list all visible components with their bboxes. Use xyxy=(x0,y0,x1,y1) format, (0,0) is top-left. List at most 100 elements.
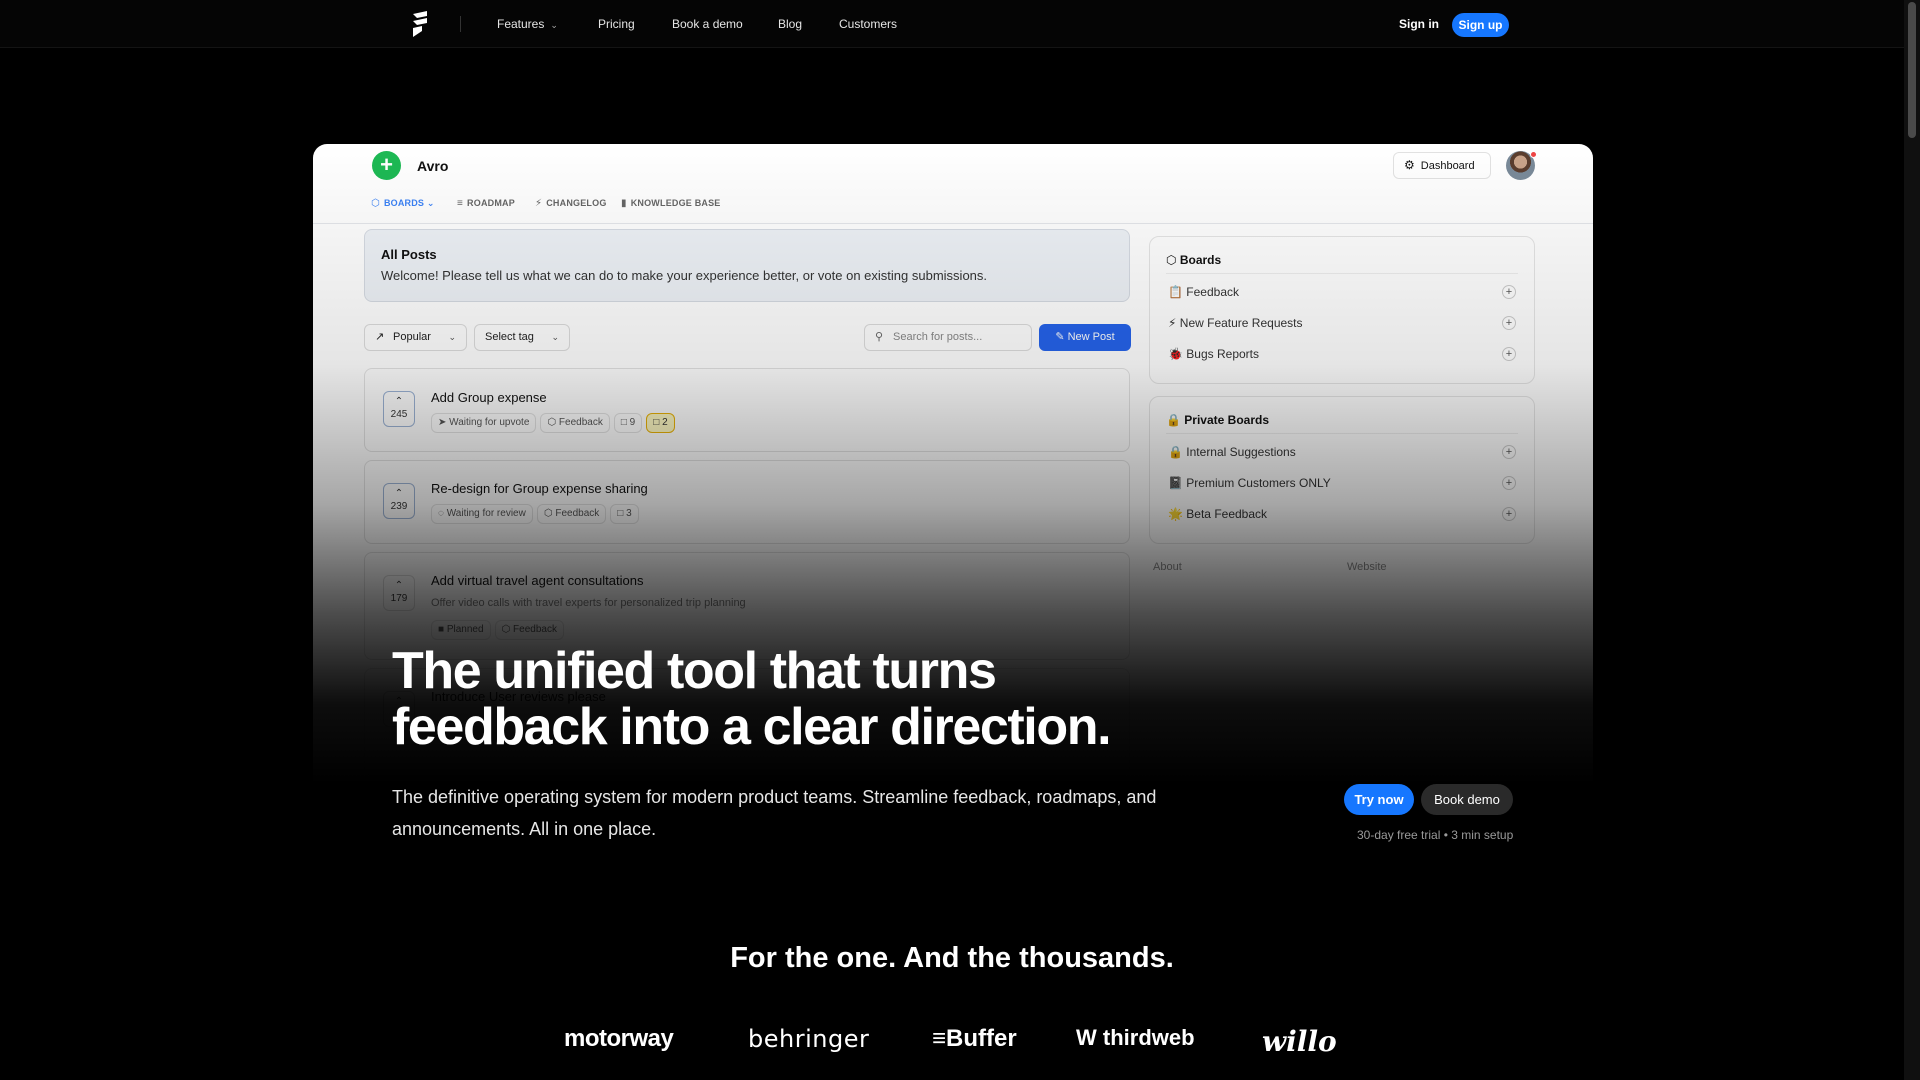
dashboard-label: Dashboard xyxy=(1420,160,1475,172)
add-icon[interactable]: + xyxy=(1502,507,1516,521)
board-badge: ⬡ Feedback xyxy=(540,413,610,433)
board-label: Feedback xyxy=(555,508,600,519)
comment-count: □ 9 xyxy=(613,413,643,433)
post-card[interactable]: ⌃ 239 Re-design for Group expense sharing… xyxy=(364,460,1130,544)
board-item-bugs[interactable]: 🐞 Bugs Reports + xyxy=(1168,347,1516,367)
status-badge: ➤ Waiting for upvote xyxy=(431,413,537,433)
brand-logo-willo: willo xyxy=(1262,1025,1337,1058)
new-post-label: New Post xyxy=(1067,331,1115,343)
upvote-button[interactable]: ⌃ 179 xyxy=(383,575,415,611)
private-board-internal[interactable]: 🔒 Internal Suggestions + xyxy=(1168,445,1516,465)
brand-name: thirdweb xyxy=(1102,1025,1195,1050)
nav-blog[interactable]: Blog xyxy=(778,17,802,31)
bolt-icon: ⚡ xyxy=(535,198,543,209)
brand-logo-icon[interactable] xyxy=(408,10,432,38)
post-tags: ➤ Waiting for upvote ⬡ Feedback □ 9 □ 2 xyxy=(431,412,679,433)
tab-boards[interactable]: ⬡ BOARDS ⌄ xyxy=(371,198,435,209)
nav-features-label: Features xyxy=(497,17,545,31)
nav-book-demo[interactable]: Book a demo xyxy=(672,17,743,31)
cube-icon: ⬡ xyxy=(1166,253,1177,267)
try-now-button[interactable]: Try now xyxy=(1344,784,1414,815)
tab-roadmap[interactable]: ≡ ROADMAP xyxy=(457,198,515,209)
upvote-button[interactable]: ⌃ 245 xyxy=(383,391,415,427)
private-board-premium[interactable]: 📓 Premium Customers ONLY + xyxy=(1168,476,1516,496)
chevron-up-icon: ⌃ xyxy=(394,396,404,407)
status-label: Waiting for upvote xyxy=(449,417,530,428)
scrollbar[interactable] xyxy=(1904,0,1920,1080)
reply-count: □ 2 xyxy=(646,413,675,433)
board-icon: ⬡ xyxy=(543,508,553,519)
board-item-label: Bugs Reports xyxy=(1186,347,1259,361)
add-icon[interactable]: + xyxy=(1502,476,1516,490)
scrollbar-thumb[interactable] xyxy=(1908,2,1916,138)
status-label: Planned xyxy=(446,624,484,635)
add-icon[interactable]: + xyxy=(1502,445,1516,459)
lock-emoji-icon: 🔒 xyxy=(1168,445,1183,459)
board-item-feedback[interactable]: 📋 Feedback + xyxy=(1168,285,1516,305)
tab-knowledge-base-label: KNOWLEDGE BASE xyxy=(630,198,721,208)
customers-title: For the one. And the thousands. xyxy=(730,942,1174,974)
reply-count-value: 2 xyxy=(662,417,668,428)
thirdweb-mark-icon: W xyxy=(1076,1025,1097,1050)
tab-changelog[interactable]: ⚡ CHANGELOG xyxy=(535,198,607,209)
chevron-down-icon: ⌄ xyxy=(448,332,456,342)
divider xyxy=(1166,433,1518,434)
bug-emoji-icon: 🐞 xyxy=(1168,347,1183,361)
board-item-label: Premium Customers ONLY xyxy=(1186,476,1331,490)
boards-title: Boards xyxy=(1179,253,1222,267)
book-demo-button[interactable]: Book demo xyxy=(1421,784,1513,815)
private-board-beta[interactable]: 🌟 Beta Feedback + xyxy=(1168,507,1516,527)
sign-in-link[interactable]: Sign in xyxy=(1399,17,1439,31)
board-badge: ⬡ Feedback xyxy=(536,504,607,524)
edit-icon: ✎ xyxy=(1055,331,1065,343)
book-icon: ▮ xyxy=(621,198,627,209)
upvote-button[interactable]: ⌃ 239 xyxy=(383,483,415,519)
post-card[interactable]: ⌃ 245 Add Group expense ➤ Waiting for upv… xyxy=(364,368,1130,452)
new-post-button[interactable]: ✎ New Post xyxy=(1039,324,1131,351)
nav-pricing[interactable]: Pricing xyxy=(598,17,635,31)
tab-changelog-label: CHANGELOG xyxy=(546,198,607,208)
boards-card: ⬡ Boards 📋 Feedback + ⚡ New Feature Reque… xyxy=(1149,236,1535,384)
comment-count-value: 3 xyxy=(626,508,632,519)
gear-icon: ⚙ xyxy=(1404,158,1415,172)
nav-features[interactable]: Features ⌄ xyxy=(497,17,558,31)
board-label: Feedback xyxy=(558,417,603,428)
hero-title: The unified tool that turns feedback int… xyxy=(392,643,1192,755)
app-logo-icon: + xyxy=(372,151,401,180)
search-icon: ⚲ xyxy=(875,331,884,343)
nav-customers[interactable]: Customers xyxy=(839,17,897,31)
add-icon[interactable]: + xyxy=(1502,285,1516,299)
board-label: Feedback xyxy=(513,624,557,635)
dashboard-button[interactable]: ⚙ Dashboard xyxy=(1393,152,1491,179)
tab-knowledge-base[interactable]: ▮ KNOWLEDGE BASE xyxy=(621,198,721,209)
sign-up-button[interactable]: Sign up xyxy=(1452,13,1509,37)
brand-logo-motorway: motorway xyxy=(564,1025,674,1052)
comment-count-value: 9 xyxy=(629,417,636,428)
all-posts-banner: All Posts Welcome! Please tell us what w… xyxy=(364,229,1130,302)
board-item-label: Feedback xyxy=(1186,285,1239,299)
feedback-emoji-icon: 📋 xyxy=(1168,285,1183,299)
tab-roadmap-label: ROADMAP xyxy=(467,198,515,208)
brand-logo-behringer: behringer xyxy=(748,1025,870,1053)
private-boards-heading: 🔒 Private Boards xyxy=(1166,413,1269,427)
status-label: Waiting for review xyxy=(446,508,526,519)
search-input[interactable]: ⚲ Search for posts... xyxy=(864,324,1032,351)
comment-icon: □ xyxy=(617,508,624,519)
sort-dropdown[interactable]: ↗ Popular ⌄ xyxy=(364,324,467,351)
top-nav: Features ⌄ Pricing Book a demo Blog Custo… xyxy=(0,0,1904,48)
trial-note: 30-day free trial • 3 min setup xyxy=(1357,828,1514,842)
tag-select-label: Select tag xyxy=(485,331,534,343)
board-item-feature-requests[interactable]: ⚡ New Feature Requests + xyxy=(1168,316,1516,336)
add-icon[interactable]: + xyxy=(1502,347,1516,361)
board-item-label: Internal Suggestions xyxy=(1186,445,1296,459)
all-posts-title: All Posts xyxy=(381,247,437,262)
tag-select[interactable]: Select tag ⌄ xyxy=(474,324,570,351)
lock-icon: 🔒 xyxy=(1166,413,1181,427)
board-icon: ⬡ xyxy=(547,417,557,428)
roadmap-icon: ≡ xyxy=(457,198,464,209)
chevron-up-icon: ⌃ xyxy=(394,488,404,499)
private-boards-card: 🔒 Private Boards 🔒 Internal Suggestions +… xyxy=(1149,396,1535,544)
all-posts-description: Welcome! Please tell us what we can do t… xyxy=(381,268,988,283)
status-badge: ■ Planned xyxy=(431,620,491,640)
add-icon[interactable]: + xyxy=(1502,316,1516,330)
